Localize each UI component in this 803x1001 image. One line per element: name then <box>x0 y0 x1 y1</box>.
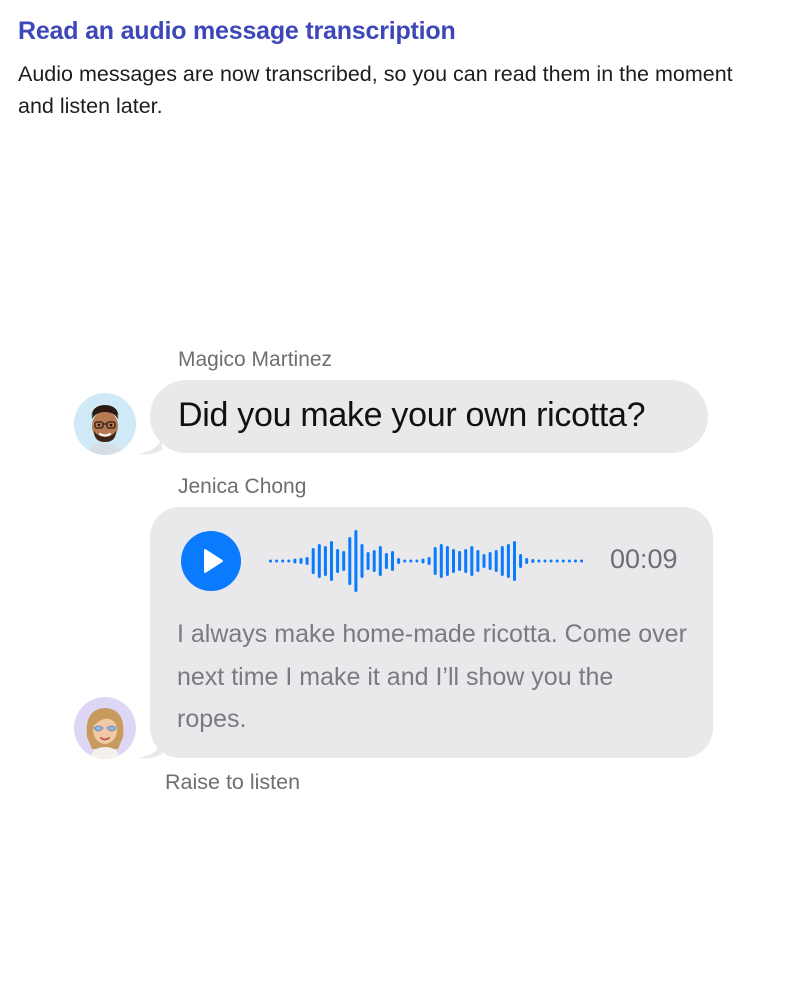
waveform-bar <box>360 544 364 578</box>
waveform-bar <box>403 559 407 563</box>
waveform-bar <box>330 541 333 581</box>
page-heading: Read an audio message transcription <box>18 17 456 45</box>
waveform-bar <box>531 559 535 563</box>
waveform-bar <box>323 546 327 576</box>
audio-transcription: I always make home-made ricotta. Come ov… <box>177 620 687 733</box>
waveform-bar <box>427 557 431 565</box>
waveform-bar <box>317 544 321 578</box>
memoji-man-avatar-icon[interactable] <box>74 393 136 455</box>
waveform-bar <box>342 551 346 571</box>
waveform-bar <box>287 559 291 563</box>
waveform-bar <box>500 546 504 576</box>
waveform-bar <box>519 554 523 568</box>
waveform-bar <box>525 558 529 564</box>
text-message-bubble[interactable]: Did you make your own ricotta? <box>150 380 708 453</box>
waveform-bar <box>482 554 486 568</box>
waveform-bar <box>452 549 455 573</box>
waveform-bar <box>543 559 547 563</box>
waveform-bar <box>561 559 565 563</box>
waveform-bar <box>336 549 340 573</box>
waveform-bar <box>537 559 541 563</box>
waveform-bar <box>311 548 315 574</box>
waveform-bar <box>378 546 382 576</box>
play-button[interactable] <box>181 531 241 591</box>
waveform-bar <box>293 558 297 564</box>
audio-waveform[interactable] <box>267 524 587 598</box>
waveform-bar <box>445 546 449 576</box>
message-text: Did you make your own ricotta? <box>178 396 646 434</box>
memoji-woman-avatar-icon[interactable] <box>74 697 136 759</box>
waveform-bar <box>275 559 279 563</box>
play-icon <box>204 549 223 573</box>
waveform-bar <box>409 559 413 563</box>
waveform-bar <box>397 558 401 564</box>
audio-duration: 00:09 <box>610 544 678 574</box>
waveform-bar <box>458 551 462 571</box>
raise-to-listen-hint: Raise to listen <box>165 770 301 794</box>
waveform-bar <box>488 552 492 570</box>
waveform-bar <box>305 557 309 565</box>
waveform-bar <box>567 559 571 563</box>
waveform-bar <box>464 549 468 573</box>
waveform-bar <box>281 559 285 563</box>
waveform-bar <box>421 558 425 564</box>
waveform-bar <box>574 559 577 563</box>
page-description: Audio messages are now transcribed, so y… <box>18 62 733 118</box>
waveform-bar <box>354 530 358 592</box>
waveform-bar <box>391 551 394 571</box>
waveform-bar <box>476 550 480 572</box>
waveform-bar <box>506 544 510 578</box>
waveform-bar <box>269 559 272 563</box>
sender-name-jenica: Jenica Chong <box>178 475 307 498</box>
waveform-bar <box>470 546 474 576</box>
waveform-bar <box>433 547 437 575</box>
waveform-bar <box>549 559 553 563</box>
sender-name-magico: Magico Martinez <box>178 348 333 371</box>
waveform-bar <box>439 544 443 578</box>
audio-message-bubble[interactable]: 00:09 I always make home-made ricotta. C… <box>150 507 713 758</box>
waveform-bar <box>384 553 388 569</box>
waveform-bar <box>348 537 352 585</box>
waveform-bar <box>580 559 584 563</box>
waveform-bar <box>415 559 419 563</box>
waveform-bar <box>513 541 516 581</box>
waveform-bar <box>555 559 559 563</box>
waveform-bar <box>366 552 370 570</box>
waveform-bar <box>372 550 376 572</box>
waveform-bar <box>494 550 498 572</box>
waveform-bar <box>299 558 303 564</box>
